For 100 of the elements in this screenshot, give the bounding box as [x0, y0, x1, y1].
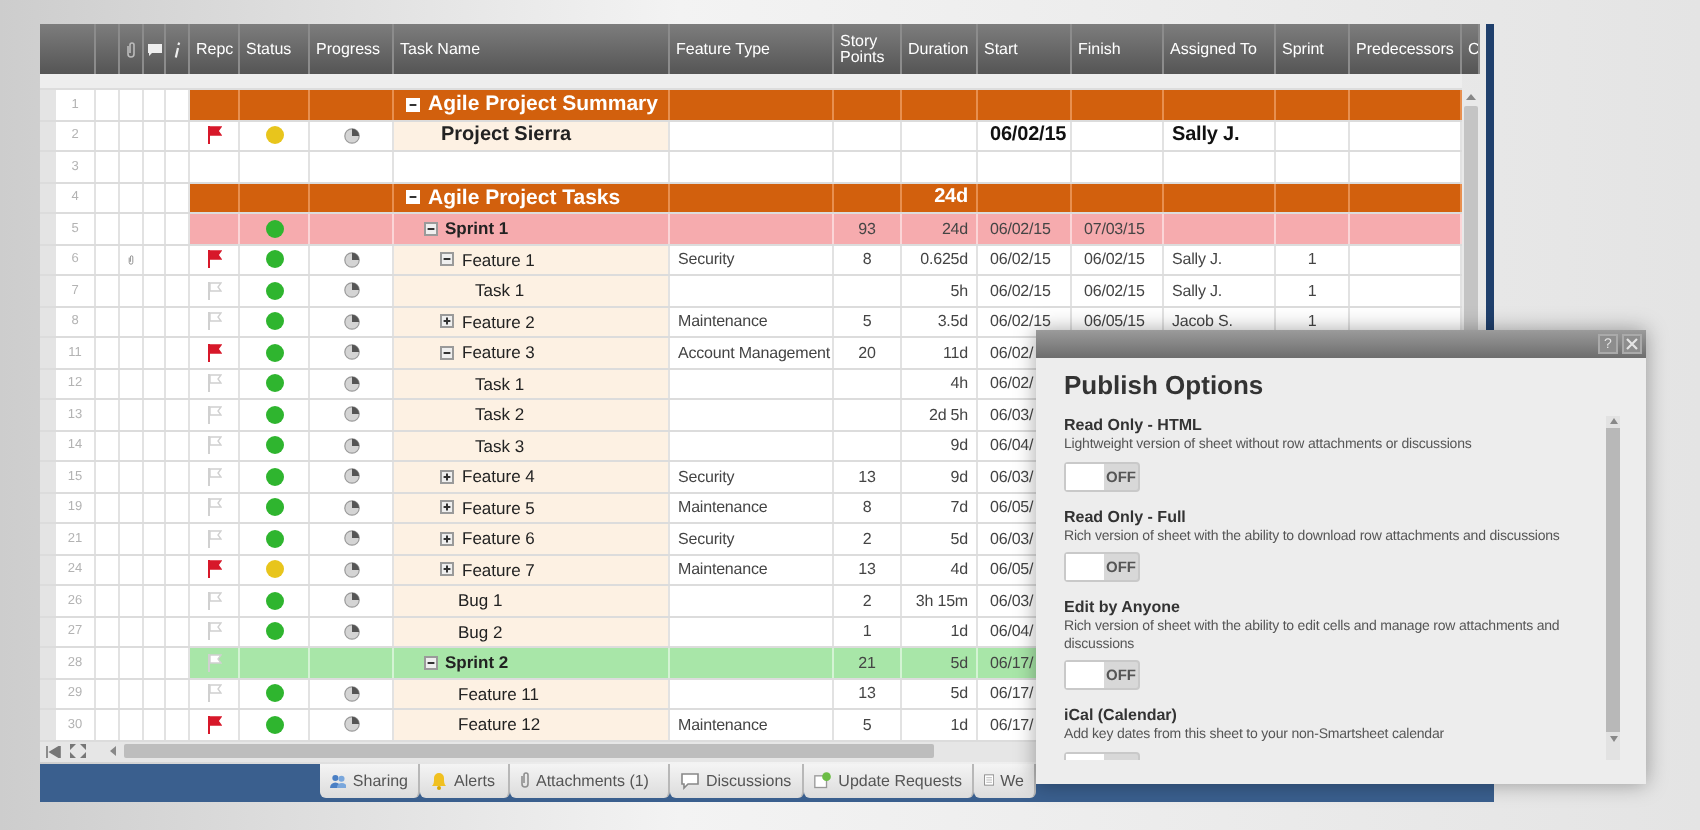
task-name: Feature 2	[462, 311, 535, 332]
column-header[interactable]: Sprint	[1282, 41, 1324, 57]
progress-pie-icon	[343, 592, 359, 609]
cell-text: 06/17/	[990, 715, 1034, 734]
scrollbar-thumb[interactable]	[124, 744, 934, 758]
flag-icon[interactable]	[207, 250, 221, 269]
expand-arrows-icon[interactable]	[70, 744, 86, 758]
cell-text: 06/17/	[990, 684, 1034, 703]
expand-icon[interactable]	[440, 469, 454, 484]
cell-text: 1d	[950, 715, 968, 734]
progress-pie-icon	[343, 406, 359, 423]
collapse-icon[interactable]	[423, 655, 437, 670]
column-header[interactable]: Finish	[1078, 41, 1121, 57]
task-name: Feature 3	[462, 342, 535, 363]
option-label: Read Only - HTML	[1064, 416, 1204, 436]
cell-text: 24d	[941, 219, 968, 238]
column-header[interactable]: Story Points	[840, 33, 900, 65]
cell-text: 5d	[950, 653, 968, 672]
column-header[interactable]: Assigned To	[1170, 41, 1257, 57]
expand-icon[interactable]	[440, 314, 454, 329]
cell-text: 5d	[950, 529, 968, 548]
sprint-row-band[interactable]: Sprint 1 93 24d 06/02/15 07/03/15	[190, 214, 1462, 243]
cell-text: Account Management	[678, 343, 831, 362]
progress-pie-icon	[343, 685, 359, 702]
flag-icon[interactable]	[207, 126, 221, 145]
info-icon	[173, 41, 181, 57]
collapse-icon[interactable]	[440, 345, 454, 360]
option-label: iCal (Calendar)	[1064, 706, 1179, 726]
progress-pie-icon	[343, 344, 359, 361]
progress-pie-icon	[343, 530, 359, 547]
document-bulb-icon	[814, 770, 833, 790]
cell-text: Jacob S.	[1172, 312, 1233, 331]
progress-pie-icon	[343, 468, 359, 485]
cell-text: 3h 15m	[915, 591, 968, 610]
column-header[interactable]: Repc	[196, 41, 234, 57]
task-name: Feature 4	[462, 466, 535, 487]
bottom-tab[interactable]: We	[974, 763, 1036, 797]
scroll-down-icon[interactable]	[1609, 736, 1617, 742]
cell-text: 5	[862, 312, 872, 331]
column-header[interactable]: Feature Type	[676, 41, 770, 57]
bottom-tab[interactable]: Update Requests	[804, 763, 974, 797]
task-name: Bug 1	[458, 590, 503, 611]
bottom-tab[interactable]: Sharing	[320, 763, 420, 797]
progress-pie-icon	[343, 623, 359, 640]
task-name: Feature 7	[462, 559, 535, 580]
expand-icon[interactable]	[440, 500, 454, 515]
cell-text: 13	[858, 467, 876, 486]
collapse-icon[interactable]	[423, 221, 437, 236]
flag-icon[interactable]	[207, 560, 221, 579]
section-row-band[interactable]: Agile Project Tasks 24d	[190, 183, 1462, 212]
paperclip-icon	[126, 41, 136, 57]
scroll-up-icon[interactable]	[1609, 418, 1617, 424]
option-label: Edit by Anyone	[1064, 598, 1182, 618]
column-header[interactable]: Status	[246, 41, 292, 57]
cell-text: 4d	[950, 560, 968, 579]
scroll-up-icon[interactable]	[1466, 94, 1476, 100]
pin-left-icon[interactable]	[46, 745, 62, 757]
cell-text: 3.5d	[937, 312, 968, 331]
comment-icon	[147, 43, 161, 55]
cell-text: 06/03/	[990, 591, 1034, 610]
task-name: Sprint 1	[445, 218, 509, 239]
cell-text: 93	[858, 219, 876, 238]
collapse-icon[interactable]	[440, 252, 454, 267]
task-name: Feature 5	[462, 497, 535, 518]
close-button[interactable]	[1622, 334, 1642, 354]
cell-text: 21	[858, 653, 876, 672]
flag-icon[interactable]	[207, 343, 221, 362]
cell-text: 11d	[943, 343, 968, 362]
cell-text: 4h	[950, 374, 968, 393]
expand-icon[interactable]	[440, 562, 454, 577]
bottom-tab[interactable]: Attachments (1)	[510, 763, 670, 797]
expand-icon[interactable]	[440, 531, 454, 546]
progress-pie-icon	[343, 313, 359, 330]
column-header[interactable]: Predecessors	[1356, 41, 1454, 57]
dialog-title: Publish Options	[1064, 370, 1266, 400]
cell-text: 06/02/15	[990, 219, 1051, 238]
cell-text: 06/04/	[990, 436, 1034, 455]
column-header[interactable]: Duration	[908, 41, 969, 57]
cell-text: 1d	[950, 622, 968, 641]
cell-text: 8	[862, 250, 872, 269]
flag-icon[interactable]	[207, 715, 221, 734]
task-name: Task 2	[475, 404, 525, 425]
speech-bubble-icon	[680, 771, 700, 789]
option-label: Read Only - Full	[1064, 507, 1188, 527]
cell-text: 06/05/	[990, 560, 1034, 579]
cell-text: Sally J.	[1172, 281, 1222, 300]
bottom-tab[interactable]: Alerts	[420, 763, 510, 797]
cell-text: 7d	[950, 498, 968, 517]
column-header[interactable]: Start	[984, 41, 1018, 57]
scroll-left-icon[interactable]	[110, 746, 116, 756]
bottom-tab[interactable]: Discussions	[670, 763, 804, 797]
section-row-band[interactable]: Agile Project Summary	[190, 90, 1462, 119]
people-icon	[330, 771, 347, 789]
cell-text: 20	[858, 343, 876, 362]
column-header[interactable]: Progress	[316, 41, 381, 57]
paperclip-icon	[520, 772, 530, 788]
column-header[interactable]: Task Name	[400, 41, 481, 57]
cell-text: 2	[862, 529, 872, 548]
cell-text: 13	[858, 684, 876, 703]
cell-text: 06/02/15	[990, 281, 1051, 300]
